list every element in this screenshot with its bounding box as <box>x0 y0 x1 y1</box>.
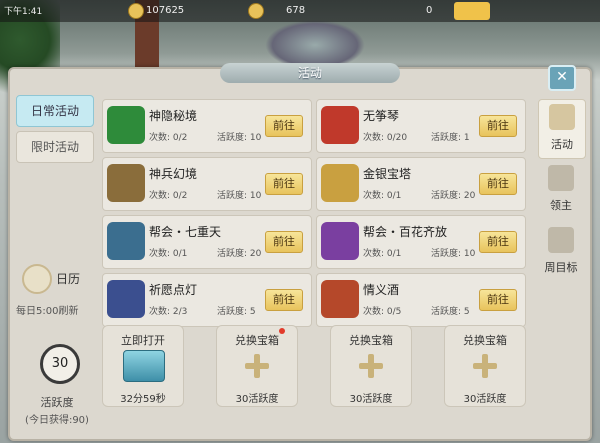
activity-points: 活跃度: 10 <box>217 191 262 201</box>
side-tab-label: 周目标 <box>544 261 578 274</box>
chest-timer: 32分59秒 <box>120 394 166 405</box>
activity-count: 次数: 0/20 <box>363 133 408 143</box>
side-tab-lord[interactable]: 领主 <box>538 161 584 219</box>
clock: 下午1:41 <box>4 7 43 17</box>
calendar-button[interactable]: 日历 <box>22 264 102 294</box>
go-button[interactable]: 前往 <box>479 115 517 137</box>
chest-icon <box>123 350 165 382</box>
plus-icon <box>359 354 383 378</box>
activity-points: 活跃度: 20 <box>217 249 262 259</box>
activity-count: 次数: 0/1 <box>149 249 188 259</box>
go-button[interactable]: 前往 <box>265 289 303 311</box>
activity-name: 金银宝塔 <box>363 167 412 181</box>
activity-count: 次数: 0/2 <box>149 191 188 201</box>
activity-card: 金银宝塔 次数: 0/1 活跃度: 20 前往 <box>316 157 526 211</box>
pagoda-icon <box>321 164 359 202</box>
go-button[interactable]: 前往 <box>265 173 303 195</box>
tab-daily[interactable]: 日常活动 <box>16 95 94 127</box>
activity-points: 活跃度: 1 <box>431 133 470 143</box>
plus-icon <box>245 354 269 378</box>
status-bar: 下午1:41 107625 678 0 <box>0 0 600 22</box>
activity-count: 次数: 0/5 <box>363 307 402 317</box>
instrument-icon <box>321 106 359 144</box>
activity-count: 次数: 0/1 <box>363 191 402 201</box>
sword-icon <box>107 164 145 202</box>
silver-count: 107625 <box>146 5 185 16</box>
go-button[interactable]: 前往 <box>265 231 303 253</box>
activity-name: 帮会・百花齐放 <box>363 225 448 239</box>
panel-title: 活动 <box>220 63 400 83</box>
activity-points: 活跃度: 10 <box>431 249 476 259</box>
bells-icon <box>549 104 575 130</box>
activity-points-ring: 30 <box>40 344 80 384</box>
green-flame-icon <box>107 106 145 144</box>
activity-card: 神兵幻境 次数: 0/2 活跃度: 10 前往 <box>102 157 312 211</box>
side-tab-label: 领主 <box>550 199 572 212</box>
calendar-label: 日历 <box>56 272 81 286</box>
reward-cost: 30活跃度 <box>235 394 279 405</box>
recharge-button[interactable] <box>454 2 490 20</box>
side-tab-activity[interactable]: 活动 <box>538 99 586 159</box>
activity-name: 帮会・七重天 <box>149 225 222 239</box>
reward-row: 立即打开 32分59秒 兑换宝箱 30活跃度 兑换宝箱 30活跃度 兑换宝箱 3… <box>102 325 532 407</box>
lantern-chest-icon <box>107 280 145 318</box>
activity-name: 祈愿点灯 <box>149 283 198 297</box>
activity-card: 无筝琴 次数: 0/20 活跃度: 1 前往 <box>316 99 526 153</box>
reward-cost: 30活跃度 <box>463 394 507 405</box>
tab-limited[interactable]: 限时活动 <box>16 131 94 163</box>
activity-name: 神隐秘境 <box>149 109 198 123</box>
refresh-note: 每日5:00刷新 <box>16 306 79 317</box>
activity-count: 次数: 2/3 <box>149 307 188 317</box>
activity-card: 帮会・七重天 次数: 0/1 活跃度: 20 前往 <box>102 215 312 269</box>
reward-title: 立即打开 <box>121 334 165 347</box>
scroll-icon <box>548 227 574 253</box>
activity-panel: 活动 ✕ 日常活动 限时活动 日历 每日5:00刷新 30 活跃度 (今日获得:… <box>8 63 592 441</box>
reward-title: 兑换宝箱 <box>463 334 507 347</box>
reward-cost: 30活跃度 <box>349 394 393 405</box>
go-button[interactable]: 前往 <box>479 231 517 253</box>
activity-name: 神兵幻境 <box>149 167 198 181</box>
activity-count: 次数: 0/1 <box>363 249 402 259</box>
activity-card: 情义酒 次数: 0/5 活跃度: 5 前往 <box>316 273 526 327</box>
activity-card: 祈愿点灯 次数: 2/3 活跃度: 5 前往 <box>102 273 312 327</box>
silver-coin-icon <box>128 3 144 19</box>
activity-name: 情义酒 <box>363 283 400 297</box>
open-chest-button[interactable]: 立即打开 32分59秒 <box>102 325 184 407</box>
activity-points: 活跃度: 5 <box>217 307 256 317</box>
plus-icon <box>473 354 497 378</box>
reward-title: 兑换宝箱 <box>349 334 393 347</box>
go-button[interactable]: 前往 <box>265 115 303 137</box>
go-button[interactable]: 前往 <box>479 173 517 195</box>
activity-points: 活跃度: 10 <box>217 133 262 143</box>
flower-icon <box>321 222 359 260</box>
exchange-chest-button[interactable]: 兑换宝箱 30活跃度 <box>216 325 298 407</box>
activity-card: 帮会・百花齐放 次数: 0/1 活跃度: 10 前往 <box>316 215 526 269</box>
close-icon[interactable]: ✕ <box>548 65 576 91</box>
left-column: 日常活动 限时活动 日历 每日5:00刷新 30 活跃度 (今日获得:90) <box>12 89 98 426</box>
yuanbao-count: 0 <box>426 5 433 16</box>
wine-jar-icon <box>321 280 359 318</box>
activity-points: 活跃度: 5 <box>431 307 470 317</box>
go-button[interactable]: 前往 <box>479 289 517 311</box>
side-tab-weekly-goal[interactable]: 周目标 <box>538 223 584 281</box>
activity-card: 神隐秘境 次数: 0/2 活跃度: 10 前往 <box>102 99 312 153</box>
activity-points: 活跃度: 20 <box>431 191 476 201</box>
activity-points-label: 活跃度 <box>40 396 74 409</box>
activity-name: 无筝琴 <box>363 109 400 123</box>
gold-count: 678 <box>286 5 306 16</box>
calendar-icon <box>22 264 52 294</box>
mountain-icon <box>548 165 574 191</box>
exchange-chest-button[interactable]: 兑换宝箱 30活跃度 <box>330 325 412 407</box>
activity-count: 次数: 0/2 <box>149 133 188 143</box>
guild-shield-icon <box>107 222 145 260</box>
activity-points-today: (今日获得:90) <box>25 415 89 426</box>
reward-title: 兑换宝箱 <box>235 334 279 347</box>
side-tab-label: 活动 <box>551 138 573 151</box>
gold-coin-icon <box>248 3 264 19</box>
exchange-chest-button[interactable]: 兑换宝箱 30活跃度 <box>444 325 526 407</box>
